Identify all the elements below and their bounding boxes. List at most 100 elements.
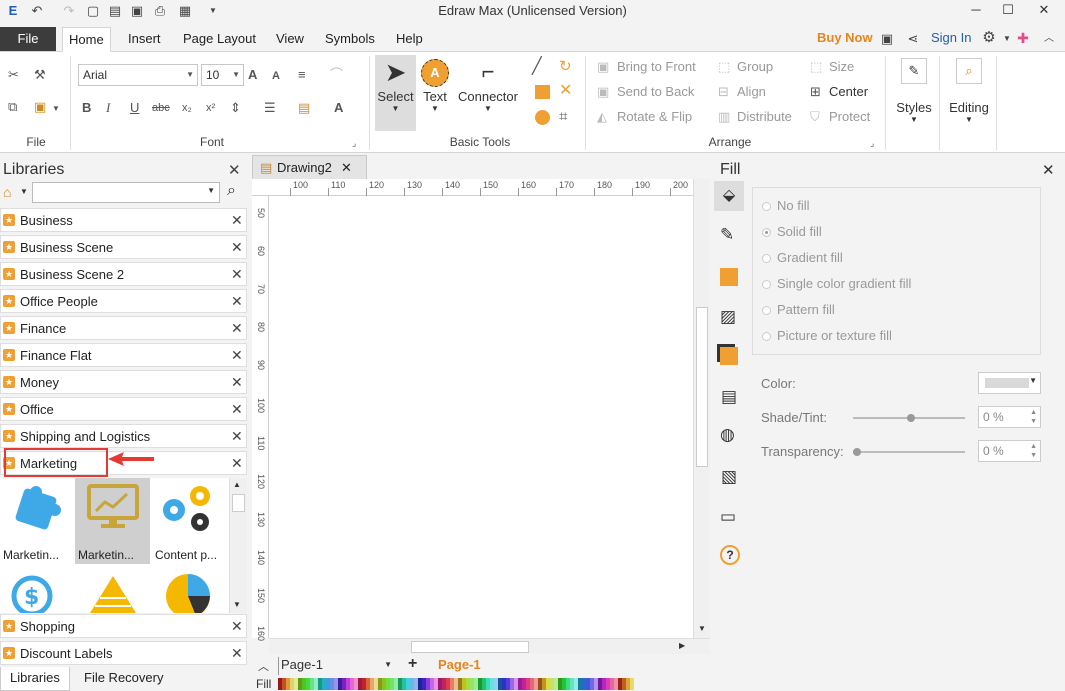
library-category[interactable]: ★ Shopping ✕ xyxy=(0,614,247,638)
search-icon[interactable]: ⌕ xyxy=(227,182,236,200)
paste-dropdown-icon[interactable]: ▼ xyxy=(52,100,60,118)
chevron-up-icon[interactable]: ▲ xyxy=(233,480,241,489)
chevron-down-icon[interactable]: ▼ xyxy=(20,187,28,196)
underline-icon[interactable]: U xyxy=(130,99,139,117)
copy-icon[interactable]: ⧉ xyxy=(8,98,17,116)
close-icon[interactable]: ✕ xyxy=(231,645,243,662)
connector-tool-button[interactable]: ⌐ Connector ▼ xyxy=(455,55,521,131)
bring-to-front-button[interactable]: Bring to Front xyxy=(617,59,696,74)
chevron-right-icon[interactable]: ▶ xyxy=(679,641,685,650)
font-name-combo[interactable]: Arial ▼ xyxy=(78,64,198,86)
close-icon[interactable]: ✕ xyxy=(231,374,243,391)
fill-option-single-gradient[interactable]: Single color gradient fill xyxy=(762,276,911,291)
strikethrough-icon[interactable]: abc xyxy=(152,99,170,117)
distribute-button[interactable]: Distribute xyxy=(737,109,792,124)
fill-option-picture[interactable]: Picture or texture fill xyxy=(762,328,892,343)
note-icon[interactable]: ▧ xyxy=(721,467,737,487)
spin-arrows-icon[interactable]: ▲ ▼ xyxy=(1030,408,1037,426)
home-icon[interactable]: ⌂ xyxy=(3,184,11,200)
shadow-panel-icon[interactable] xyxy=(720,268,738,286)
file-tab[interactable]: File xyxy=(0,27,56,51)
close-icon[interactable]: ✕ xyxy=(231,293,243,310)
close-icon[interactable]: ✕ xyxy=(231,428,243,445)
tab-symbols[interactable]: Symbols xyxy=(319,27,381,52)
library-category[interactable]: ★ Money ✕ xyxy=(0,370,247,394)
vertical-scrollbar[interactable]: ▼ xyxy=(693,179,710,638)
scrollbar-thumb[interactable] xyxy=(232,494,245,512)
chevron-up-icon[interactable]: ︿ xyxy=(258,658,269,674)
scrollbar-thumb[interactable] xyxy=(411,641,529,653)
fill-option-gradient[interactable]: Gradient fill xyxy=(762,250,843,265)
library-category[interactable]: ★ Finance ✕ xyxy=(0,316,247,340)
chevron-down-icon[interactable]: ▼ xyxy=(698,624,706,633)
close-icon[interactable]: ✕ xyxy=(231,239,243,256)
minimize-icon[interactable]: ─ xyxy=(960,0,992,22)
close-icon[interactable]: ✕ xyxy=(341,156,352,179)
fill-option-solid[interactable]: Solid fill xyxy=(762,224,822,239)
close-icon[interactable]: ✕ xyxy=(231,320,243,337)
page-tab[interactable]: Page-1 xyxy=(438,657,481,672)
apps-icon[interactable]: ✚ xyxy=(1014,29,1032,47)
align-button[interactable]: Align xyxy=(737,84,766,99)
maximize-icon[interactable]: ☐ xyxy=(992,0,1024,22)
add-page-icon[interactable]: + xyxy=(408,655,417,673)
library-category[interactable]: ★ Business Scene 2 ✕ xyxy=(0,262,247,286)
shade-tint-input[interactable]: 0 % ▲ ▼ xyxy=(978,406,1041,428)
page-panel-icon[interactable]: ▤ xyxy=(721,387,737,407)
grow-font-icon[interactable]: A xyxy=(248,66,257,84)
font-dialog-launcher-icon[interactable]: ⌟ xyxy=(352,134,356,152)
protect-button[interactable]: Protect xyxy=(829,109,870,124)
styles-button[interactable]: ✎ Styles ▼ xyxy=(891,58,937,144)
tab-libraries[interactable]: Libraries xyxy=(0,667,70,691)
close-icon[interactable]: ✕ xyxy=(231,401,243,418)
tab-file-recovery[interactable]: File Recovery xyxy=(75,667,172,691)
paste-icon[interactable]: ▣ xyxy=(34,98,46,116)
font-size-combo[interactable]: 10 ▼ xyxy=(201,64,244,86)
bold-icon[interactable]: B xyxy=(82,99,91,117)
text-tool-button[interactable]: A Text ▼ xyxy=(416,55,454,131)
comment-icon[interactable]: ▭ xyxy=(720,507,736,527)
library-category[interactable]: ★ Business ✕ xyxy=(0,208,247,232)
size-button[interactable]: Size xyxy=(829,59,854,74)
buy-now-link[interactable]: Buy Now xyxy=(817,30,873,45)
send-to-back-button[interactable]: Send to Back xyxy=(617,84,694,99)
text-align-icon[interactable]: ≡ xyxy=(298,66,306,84)
close-window-icon[interactable]: ✕ xyxy=(1028,0,1060,22)
color-picker[interactable]: ▼ xyxy=(978,372,1041,394)
puzzle-shape-icon[interactable] xyxy=(11,484,61,532)
close-icon[interactable]: ✕ xyxy=(231,455,243,472)
close-icon[interactable]: ✕ xyxy=(231,266,243,283)
fill-option-pattern[interactable]: Pattern fill xyxy=(762,302,835,317)
fill-option-none[interactable]: No fill xyxy=(762,198,810,213)
cross-point-icon[interactable]: ✕ xyxy=(559,82,572,100)
close-icon[interactable]: ✕ xyxy=(231,347,243,364)
text-background-icon[interactable]: ▤ xyxy=(298,99,310,117)
format-painter-icon[interactable]: ⚒ xyxy=(34,66,46,84)
select-tool-button[interactable]: ➤ Select ▼ xyxy=(375,55,416,131)
transparency-input[interactable]: 0 % ▲ ▼ xyxy=(978,440,1041,462)
line-spacing-icon[interactable]: ⌒ xyxy=(330,66,343,84)
bullet-list-icon[interactable]: ☰ xyxy=(264,99,276,117)
slider-knob[interactable] xyxy=(853,448,861,456)
library-category[interactable]: ★ Office People ✕ xyxy=(0,289,247,313)
gears-shape-icon[interactable] xyxy=(160,484,214,534)
arrange-dialog-launcher-icon[interactable]: ⌟ xyxy=(870,134,874,152)
pyramid-shape-icon[interactable] xyxy=(86,574,140,613)
color-swatch[interactable] xyxy=(630,678,634,690)
horizontal-scrollbar[interactable]: ▶ xyxy=(269,638,710,654)
globe-icon[interactable]: ◍ xyxy=(720,425,735,445)
layer-panel-icon[interactable] xyxy=(720,347,738,365)
cut-icon[interactable]: ✂ xyxy=(8,66,19,84)
shade-tint-slider[interactable] xyxy=(853,414,965,422)
tab-home[interactable]: Home xyxy=(62,27,111,52)
rectangle-icon[interactable] xyxy=(535,85,550,99)
crop-icon[interactable]: ⌗ xyxy=(559,108,567,126)
arc-icon[interactable]: ↻ xyxy=(559,58,572,76)
close-icon[interactable]: ✕ xyxy=(228,161,241,179)
subscript-icon[interactable]: x₂ xyxy=(182,99,192,117)
chevron-down-icon[interactable]: ▼ xyxy=(233,600,241,609)
center-button[interactable]: Center xyxy=(829,84,868,99)
library-category[interactable]: ★ Finance Flat ✕ xyxy=(0,343,247,367)
close-icon[interactable]: ✕ xyxy=(1042,161,1055,179)
superscript-icon[interactable]: x² xyxy=(206,99,215,117)
